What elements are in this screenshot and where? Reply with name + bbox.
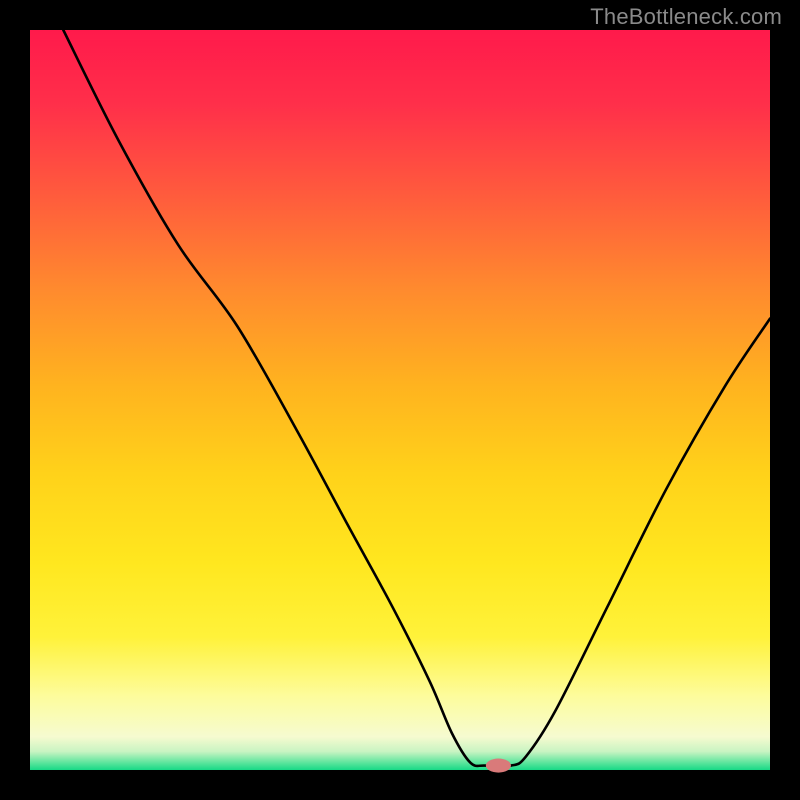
- optimal-marker: [486, 759, 511, 773]
- bottleneck-chart: [0, 0, 800, 800]
- watermark-text: TheBottleneck.com: [590, 4, 782, 30]
- chart-container: TheBottleneck.com: [0, 0, 800, 800]
- plot-background: [30, 30, 770, 770]
